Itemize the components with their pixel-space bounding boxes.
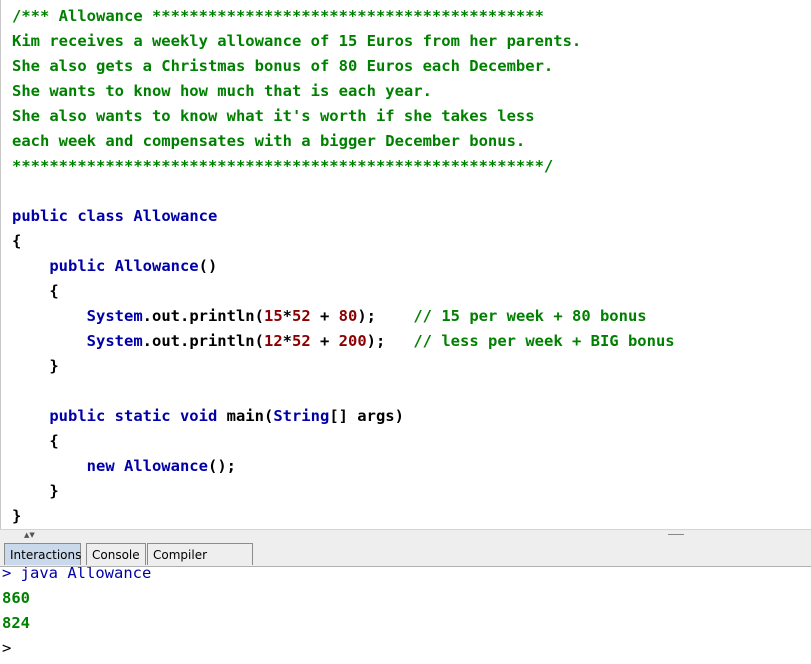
code-token: public: [12, 257, 115, 275]
code-token: 12: [263, 332, 283, 350]
code-token: (): [198, 257, 218, 275]
code-token: 15: [263, 307, 283, 325]
code-token: each week and compensates with a bigger …: [12, 132, 526, 150]
code-token: 52: [292, 307, 311, 325]
code-line: Kim receives a weekly allowance of 15 Eu…: [12, 29, 581, 54]
code-token: 200: [338, 332, 367, 350]
code-token: +: [310, 307, 339, 325]
code-token: *: [282, 332, 292, 350]
code-line: {: [12, 229, 21, 254]
code-token: She also wants to know what it's worth i…: [12, 107, 535, 125]
code-line: System.out.println(12*52 + 200); // less…: [12, 329, 675, 354]
code-token: Kim receives a weekly allowance of 15 Eu…: [12, 32, 582, 50]
interactions-pane[interactable]: > java Allowance 860 824 >: [0, 566, 811, 664]
console-command: > java Allowance: [2, 566, 152, 582]
code-line: She wants to know how much that is each …: [12, 79, 432, 104]
code-token: 52: [292, 332, 311, 350]
code-token: +: [310, 332, 339, 350]
divider-grip-icon: [668, 534, 684, 537]
code-editor[interactable]: /*** Allowance *************************…: [0, 0, 811, 529]
code-token: Allowance: [114, 257, 199, 275]
code-line: System.out.println(15*52 + 80); // 15 pe…: [12, 304, 647, 329]
code-token: }: [12, 357, 59, 375]
code-token: }: [12, 482, 59, 500]
code-line: }: [12, 504, 21, 529]
console-output-line: 860: [2, 589, 30, 607]
tab-compiler-output[interactable]: Compiler Output: [147, 543, 253, 584]
code-token: Allowance: [133, 207, 218, 225]
code-line: She also gets a Christmas bonus of 80 Eu…: [12, 54, 553, 79]
code-token: // less per week + BIG bonus: [413, 332, 675, 350]
code-token: public class: [12, 207, 134, 225]
code-line: She also wants to know what it's worth i…: [12, 104, 535, 129]
code-token: );: [357, 307, 414, 325]
code-token: public static void: [12, 407, 227, 425]
code-token: .out.println(: [142, 307, 264, 325]
code-token: }: [12, 507, 22, 525]
code-token: System: [12, 332, 143, 350]
code-token: );: [366, 332, 414, 350]
code-token: *: [282, 307, 292, 325]
code-token: .out.println(: [142, 332, 264, 350]
code-token: She also gets a Christmas bonus of 80 Eu…: [12, 57, 554, 75]
code-token: /*** Allowance *************************…: [12, 7, 544, 25]
console-prompt[interactable]: >: [2, 636, 11, 661]
code-token: Allowance: [123, 457, 208, 475]
code-token: System: [12, 307, 143, 325]
code-token: [] args): [329, 407, 404, 425]
split-pane-divider[interactable]: ▲▼: [0, 529, 811, 541]
tab-interactions[interactable]: Interactions: [4, 543, 81, 565]
code-line: public class Allowance: [12, 204, 217, 229]
tab-bar: Interactions Console Compiler Output: [0, 541, 811, 584]
code-line: public static void main(String[] args): [12, 404, 404, 429]
code-line: new Allowance();: [12, 454, 236, 479]
collapse-arrows-icon[interactable]: ▲▼: [24, 530, 35, 540]
code-line: ****************************************…: [12, 154, 553, 179]
code-line: }: [12, 479, 59, 504]
code-token: ();: [207, 457, 236, 475]
code-token: // 15 per week + 80 bonus: [413, 307, 647, 325]
code-line: /*** Allowance *************************…: [12, 4, 544, 29]
code-token: main(: [226, 407, 274, 425]
code-line: {: [12, 279, 59, 304]
code-token: String: [273, 407, 330, 425]
tab-console[interactable]: Console: [86, 543, 146, 565]
code-line: public Allowance(): [12, 254, 217, 279]
code-token: {: [12, 282, 59, 300]
code-line: each week and compensates with a bigger …: [12, 129, 525, 154]
code-token: She wants to know how much that is each …: [12, 82, 432, 100]
code-line: {: [12, 429, 59, 454]
code-token: 80: [338, 307, 358, 325]
code-token: {: [12, 432, 59, 450]
console-output-line: 824: [2, 614, 30, 632]
code-line: }: [12, 354, 59, 379]
code-token: ****************************************…: [12, 157, 554, 175]
code-token: {: [12, 232, 22, 250]
code-token: new: [12, 457, 124, 475]
